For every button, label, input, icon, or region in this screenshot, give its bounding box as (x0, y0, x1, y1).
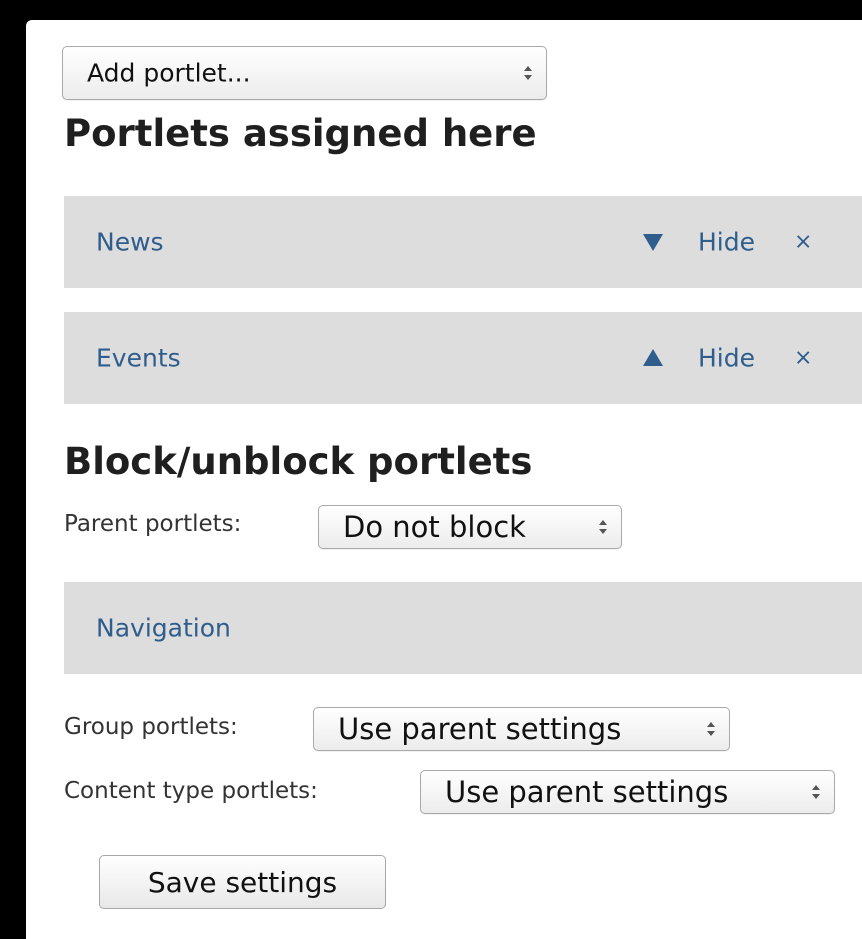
close-icon[interactable]: × (794, 346, 812, 371)
portlet-navigation-link[interactable]: Navigation (96, 614, 231, 643)
content-type-portlets-label: Content type portlets: (64, 778, 318, 804)
triangle-up-icon[interactable] (642, 348, 664, 368)
select-arrows-icon (812, 785, 820, 799)
select-arrows-icon (707, 722, 715, 736)
group-portlets-select-value: Use parent settings (338, 712, 622, 746)
parent-portlets-label: Parent portlets: (64, 511, 242, 537)
portlet-row-events: Events Hide × (64, 312, 862, 404)
block-portlets-heading: Block/unblock portlets (64, 440, 533, 483)
content-type-portlets-select-value: Use parent settings (445, 775, 729, 809)
portlet-row-navigation: Navigation (64, 582, 862, 674)
select-arrows-icon (524, 66, 532, 80)
group-portlets-select[interactable]: Use parent settings (313, 707, 730, 751)
assigned-portlets-heading: Portlets assigned here (64, 112, 537, 155)
content-type-portlets-select[interactable]: Use parent settings (420, 770, 835, 814)
select-arrows-icon (599, 520, 607, 534)
triangle-down-icon[interactable] (642, 232, 664, 252)
portlet-events-link[interactable]: Events (96, 344, 181, 373)
close-icon[interactable]: × (794, 230, 812, 255)
portlet-news-link[interactable]: News (96, 228, 164, 257)
add-portlet-select[interactable]: Add portlet... (62, 46, 547, 100)
parent-portlets-select-value: Do not block (343, 510, 526, 544)
portlet-events-hide-link[interactable]: Hide (698, 344, 755, 373)
add-portlet-select-value: Add portlet... (87, 58, 251, 88)
portlet-news-hide-link[interactable]: Hide (698, 228, 755, 257)
group-portlets-label: Group portlets: (64, 714, 238, 740)
portlet-row-news: News Hide × (64, 196, 862, 288)
parent-portlets-select[interactable]: Do not block (318, 505, 622, 549)
save-settings-button[interactable]: Save settings (99, 855, 386, 909)
